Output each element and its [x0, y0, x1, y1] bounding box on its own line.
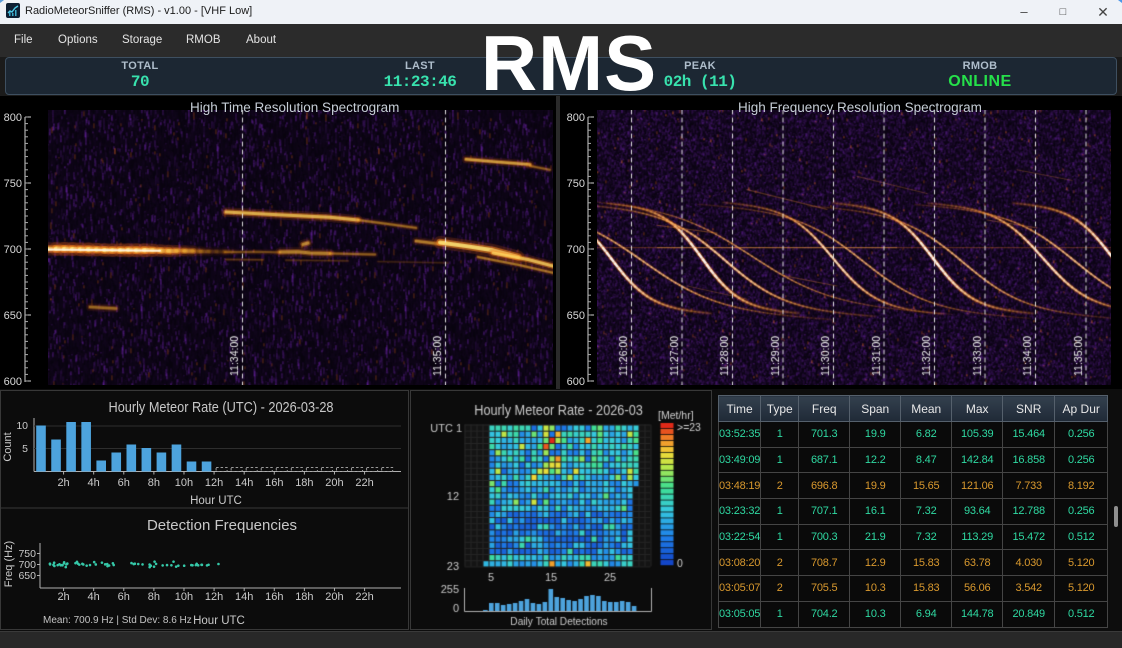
svg-text:650: 650	[567, 310, 585, 322]
svg-text:20h: 20h	[325, 477, 343, 489]
svg-text:Hour UTC: Hour UTC	[193, 615, 245, 627]
svg-text:18h: 18h	[295, 477, 313, 489]
svg-text:750: 750	[567, 178, 585, 190]
svg-text:Count: Count	[2, 432, 14, 461]
svg-text:10h: 10h	[175, 477, 193, 489]
svg-text:6h: 6h	[118, 591, 130, 603]
svg-text:650: 650	[18, 570, 36, 582]
svg-text:2h: 2h	[57, 477, 69, 489]
svg-text:Detection Frequencies: Detection Frequencies	[147, 517, 297, 534]
svg-text:700: 700	[567, 244, 585, 256]
svg-text:12h: 12h	[205, 477, 223, 489]
svg-text:16h: 16h	[265, 477, 283, 489]
svg-text:2h: 2h	[57, 591, 69, 603]
svg-text:8h: 8h	[148, 477, 160, 489]
svg-text:600: 600	[567, 376, 585, 388]
svg-text:Hourly Meteor Rate (UTC) - 202: Hourly Meteor Rate (UTC) - 2026-03-28	[109, 399, 334, 416]
svg-text:22h: 22h	[355, 477, 373, 489]
svg-text:8h: 8h	[148, 591, 160, 603]
svg-text:650: 650	[4, 310, 22, 322]
svg-text:Freq (Hz): Freq (Hz)	[3, 541, 15, 587]
svg-text:6h: 6h	[118, 477, 130, 489]
svg-text:800: 800	[4, 112, 22, 124]
svg-text:5: 5	[22, 443, 28, 455]
svg-text:20h: 20h	[325, 591, 343, 603]
svg-text:Hour UTC: Hour UTC	[190, 495, 242, 507]
svg-text:22h: 22h	[355, 591, 373, 603]
svg-text:Mean: 700.9 Hz | Std Dev: 8.: Mean: 700.9 Hz | Std Dev: 8.6 Hz	[43, 615, 192, 626]
svg-text:10: 10	[16, 420, 28, 432]
svg-text:18h: 18h	[295, 591, 313, 603]
svg-text:10h: 10h	[175, 591, 193, 603]
svg-text:14h: 14h	[235, 477, 253, 489]
svg-text:12h: 12h	[205, 591, 223, 603]
svg-text:14h: 14h	[235, 591, 253, 603]
svg-text:4h: 4h	[88, 477, 100, 489]
svg-text:16h: 16h	[265, 591, 283, 603]
svg-text:750: 750	[4, 178, 22, 190]
svg-text:4h: 4h	[88, 591, 100, 603]
svg-text:800: 800	[567, 112, 585, 124]
svg-text:600: 600	[4, 376, 22, 388]
svg-text:700: 700	[4, 244, 22, 256]
